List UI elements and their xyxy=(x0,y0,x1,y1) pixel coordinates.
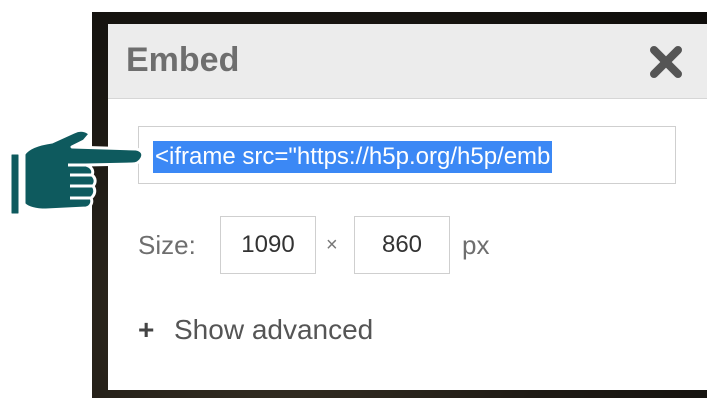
close-icon xyxy=(650,46,682,78)
show-advanced-label: Show advanced xyxy=(174,314,374,345)
embed-code-selected-text: <iframe src="https://h5p.org/h5p/emb xyxy=(153,141,553,173)
width-input[interactable]: 1090 xyxy=(220,216,316,274)
height-input[interactable]: 860 xyxy=(354,216,450,274)
dialog-title: Embed xyxy=(126,41,240,79)
size-times-symbol: × xyxy=(326,234,338,256)
dialog-header: Embed xyxy=(108,24,707,99)
embed-code-field[interactable]: <iframe src="https://h5p.org/h5p/emb xyxy=(138,126,676,184)
plus-icon: + xyxy=(138,314,155,345)
size-label: Size: xyxy=(138,230,196,260)
close-button[interactable] xyxy=(646,42,686,82)
embed-dialog: Embed <iframe src="https://h5p.org/h5p/e… xyxy=(108,24,707,390)
embed-screenshot: Embed <iframe src="https://h5p.org/h5p/e… xyxy=(0,0,707,398)
pointing-hand-icon xyxy=(8,128,145,217)
size-unit: px xyxy=(462,230,490,260)
